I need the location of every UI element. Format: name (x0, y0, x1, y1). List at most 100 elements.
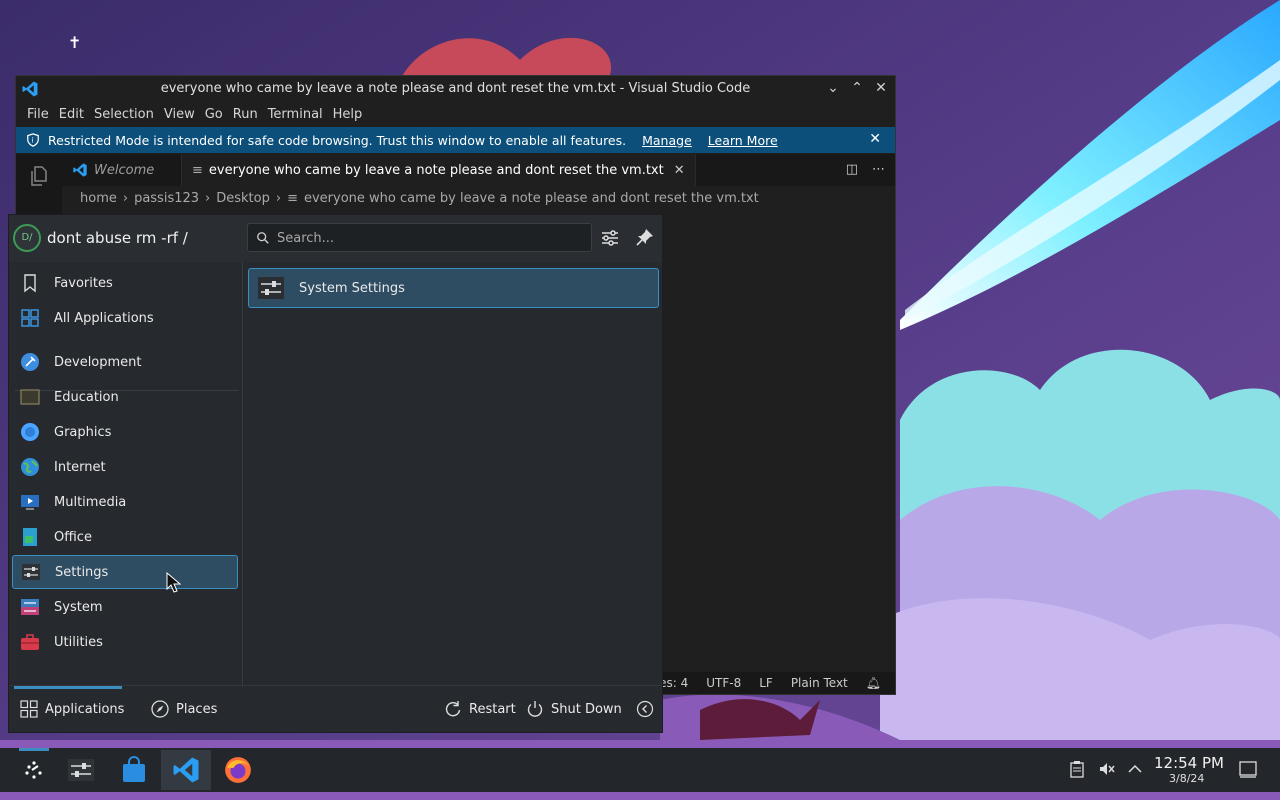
category-label: Multimedia (54, 494, 127, 510)
close-tab-button[interactable]: ✕ (674, 163, 685, 178)
clock-time[interactable]: 12:54 PM (1154, 754, 1224, 772)
system-settings-icon (68, 759, 94, 781)
restart-label: Restart (469, 701, 516, 717)
menubar: File Edit Selection View Go Run Terminal… (16, 102, 895, 126)
minimize-button[interactable]: ⌄ (825, 79, 841, 97)
learn-more-link[interactable]: Learn More (708, 133, 778, 148)
tab-note-file[interactable]: ≡ everyone who came by leave a note plea… (182, 154, 696, 186)
category-label: All Applications (54, 310, 154, 326)
shield-icon: i (27, 133, 39, 147)
configure-filter-icon[interactable] (599, 227, 621, 249)
kde-logo-icon (25, 761, 42, 779)
taskbar-firefox[interactable] (213, 750, 263, 790)
vscode-titlebar: everyone who came by leave a note please… (16, 76, 895, 102)
eol-status[interactable]: LF (759, 676, 773, 690)
more-power-options-button[interactable] (636, 698, 661, 720)
menu-run[interactable]: Run (228, 107, 263, 122)
category-development[interactable]: Development (12, 345, 238, 379)
search-input[interactable] (277, 228, 577, 248)
taskbar-vscode[interactable] (161, 750, 211, 790)
menu-edit[interactable]: Edit (54, 107, 89, 122)
notifications-bell-icon[interactable]: 🔔︎ (866, 676, 881, 690)
category-office[interactable]: Office (12, 520, 238, 554)
split-editor-icon[interactable]: ◫ (846, 162, 858, 177)
tab-welcome[interactable]: Welcome (62, 154, 182, 186)
breadcrumb-file[interactable]: everyone who came by leave a note please… (304, 191, 759, 206)
restart-icon (445, 701, 461, 717)
app-system-settings[interactable]: System Settings (248, 268, 659, 308)
category-system[interactable]: System (12, 590, 238, 624)
category-label: Favorites (54, 275, 113, 291)
firefox-icon (225, 757, 251, 783)
user-avatar[interactable]: D/ (13, 224, 41, 252)
close-banner-button[interactable]: ✕ (869, 131, 881, 147)
power-icon (527, 701, 543, 717)
launcher-header: D/ dont abuse rm -rf / (9, 215, 662, 262)
category-all-applications[interactable]: All Applications (12, 301, 238, 335)
manage-link[interactable]: Manage (642, 133, 692, 148)
mouse-cursor-icon (166, 572, 182, 593)
shut-down-button[interactable]: Shut Down (526, 698, 622, 720)
category-graphics[interactable]: Graphics (12, 415, 238, 449)
grid-icon (20, 700, 38, 718)
system-settings-icon (258, 277, 284, 299)
category-label: Internet (54, 459, 106, 475)
category-multimedia[interactable]: Multimedia (12, 485, 238, 519)
breadcrumb-home[interactable]: home (80, 191, 117, 206)
chevron-up-icon[interactable] (1126, 760, 1144, 778)
chevron-right-icon: › (275, 191, 282, 206)
chevron-left-icon (636, 700, 654, 718)
restricted-mode-banner: i Restricted Mode is intended for safe c… (16, 127, 895, 153)
category-settings[interactable]: Settings (12, 555, 238, 589)
menu-help[interactable]: Help (328, 107, 368, 122)
encoding-status[interactable]: UTF-8 (706, 676, 741, 690)
show-desktop-icon[interactable] (1239, 760, 1257, 778)
breadcrumb-desktop[interactable]: Desktop (216, 191, 270, 206)
globe-icon (21, 458, 39, 476)
development-icon (21, 353, 39, 371)
volume-muted-icon[interactable] (1098, 760, 1116, 778)
taskbar-system-settings[interactable] (56, 750, 106, 790)
office-icon (23, 528, 37, 546)
places-tab-label: Places (176, 701, 218, 717)
category-favorites[interactable]: Favorites (12, 266, 238, 300)
chevron-right-icon: › (122, 191, 129, 206)
clock-date[interactable]: 3/8/24 (1169, 772, 1204, 785)
explorer-icon[interactable] (27, 164, 51, 188)
launcher-footer: Applications Places Restart Shut Down (9, 685, 662, 732)
places-tab[interactable]: Places (151, 698, 217, 720)
more-actions-icon[interactable]: ⋯ (872, 162, 885, 177)
category-internet[interactable]: Internet (12, 450, 238, 484)
menu-view[interactable]: View (159, 107, 200, 122)
category-label: Education (54, 389, 119, 405)
search-icon (257, 232, 269, 244)
category-utilities[interactable]: Utilities (12, 625, 238, 659)
svg-text:✝: ✝ (68, 33, 81, 52)
close-window-button[interactable]: ✕ (873, 79, 889, 97)
menu-selection[interactable]: Selection (89, 107, 159, 122)
application-launcher: D/ dont abuse rm -rf / Favorit (8, 214, 663, 733)
application-launcher-button[interactable] (9, 750, 59, 790)
grid-icon (21, 309, 39, 327)
category-label: Settings (55, 564, 109, 580)
language-status[interactable]: Plain Text (791, 676, 848, 690)
taskbar-discover[interactable] (109, 750, 159, 790)
pin-icon[interactable] (635, 227, 655, 247)
category-education[interactable]: Education (12, 380, 238, 414)
menu-go[interactable]: Go (200, 107, 228, 122)
applications-tab[interactable]: Applications (20, 698, 124, 720)
restricted-mode-text: Restricted Mode is intended for safe cod… (48, 132, 627, 148)
settings-icon (22, 564, 40, 580)
maximize-button[interactable]: ⌃ (849, 79, 865, 97)
applications-tab-label: Applications (45, 701, 125, 717)
restart-button[interactable]: Restart (444, 698, 516, 720)
category-label: System (54, 599, 103, 615)
menu-terminal[interactable]: Terminal (263, 107, 328, 122)
breadcrumb-user[interactable]: passis123 (134, 191, 199, 206)
taskbar: 12:54 PM 3/8/24 (0, 748, 1280, 792)
clipboard-icon[interactable] (1068, 760, 1086, 778)
shut-down-label: Shut Down (551, 701, 622, 717)
menu-file[interactable]: File (22, 107, 54, 122)
multimedia-icon (21, 495, 39, 510)
breadcrumb: home › passis123 › Desktop › ≡ everyone … (80, 191, 759, 206)
